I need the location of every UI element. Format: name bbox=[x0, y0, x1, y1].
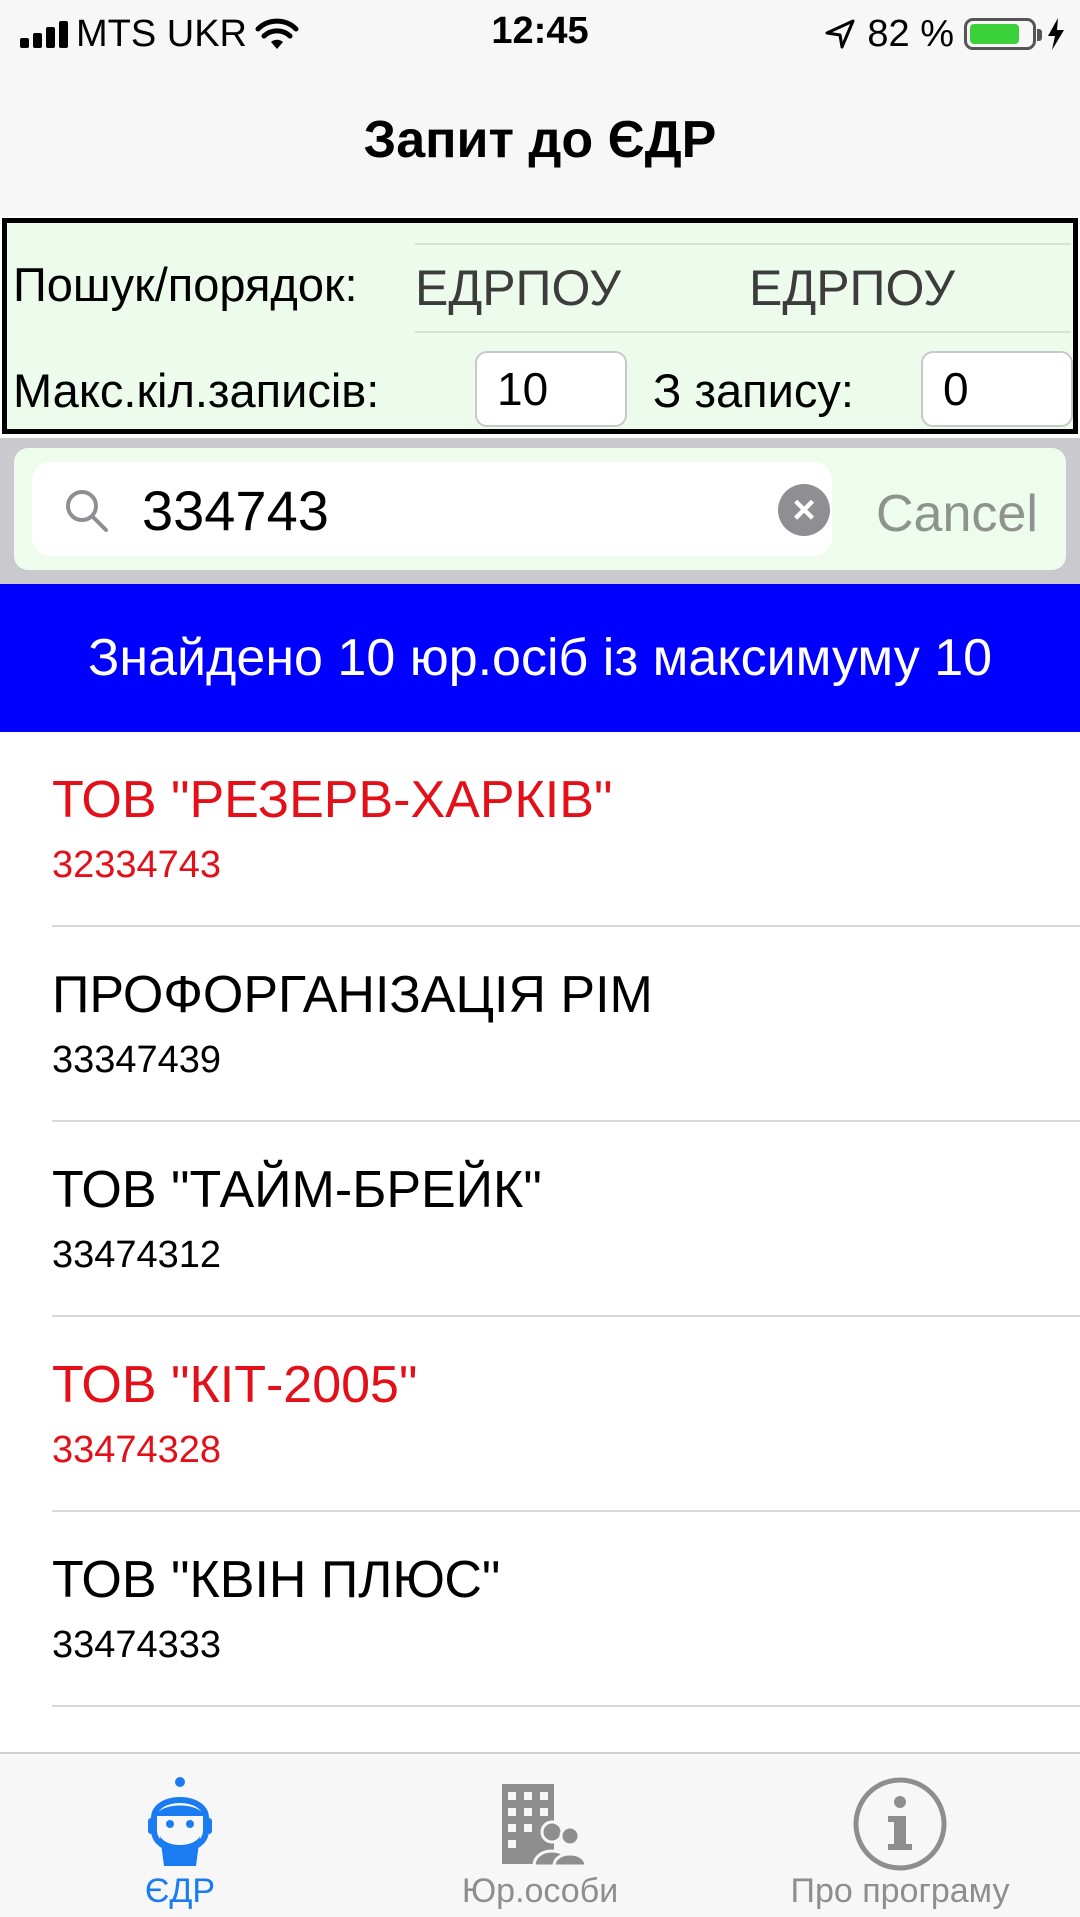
company-code: 33474333 bbox=[52, 1624, 222, 1666]
picker-top-line bbox=[415, 243, 1071, 245]
tab-about[interactable]: Про програму bbox=[720, 1754, 1080, 1917]
search-query-text[interactable]: 334743 bbox=[142, 478, 329, 543]
tab-edr[interactable]: ЄДР bbox=[0, 1754, 360, 1917]
results-list: ТОВ "РЕЗЕРВ-ХАРКІВ" 32334743 ПРОФОРГАНІЗ… bbox=[0, 732, 1080, 1707]
search-settings-panel: Пошук/порядок: ЕДРПОУ ЕДРПОУ Макс.кіл.за… bbox=[2, 218, 1078, 434]
list-item[interactable]: ТОВ "КВІН ПЛЮС" 33474333 bbox=[0, 1512, 1080, 1707]
company-code: 32334743 bbox=[52, 844, 222, 886]
company-code: 33474312 bbox=[52, 1234, 222, 1276]
company-name: ТОВ "КВІН ПЛЮС" bbox=[52, 1551, 501, 1609]
info-icon bbox=[853, 1777, 947, 1871]
list-item[interactable]: ТОВ "РЕЗЕРВ-ХАРКІВ" 32334743 bbox=[0, 732, 1080, 927]
results-count-banner: Знайдено 10 юр.осіб із максимуму 10 bbox=[0, 584, 1080, 732]
tab-edr-label: ЄДР bbox=[144, 1872, 216, 1910]
company-code: 33474328 bbox=[52, 1429, 222, 1471]
buildings-people-icon bbox=[502, 1784, 588, 1868]
search-icon bbox=[66, 490, 108, 532]
tab-legal-entities-label: Юр.особи bbox=[461, 1872, 619, 1910]
clear-icon[interactable]: × bbox=[778, 484, 830, 536]
list-item[interactable]: ТОВ "ТАЙМ-БРЕЙК" 33474312 bbox=[0, 1122, 1080, 1317]
search-order-label: Пошук/порядок: bbox=[13, 258, 358, 311]
charging-bolt-icon bbox=[1048, 18, 1064, 50]
edr-person-icon bbox=[148, 1777, 212, 1866]
navigation-bar: Запит до ЄДР bbox=[0, 68, 1080, 216]
battery-percent: 82 % bbox=[867, 12, 954, 55]
row-separator bbox=[52, 1705, 1080, 1707]
tab-about-label: Про програму bbox=[790, 1872, 1010, 1910]
status-right: 82 % bbox=[823, 12, 1066, 56]
company-name: ТОВ "КІТ-2005" bbox=[52, 1356, 418, 1414]
location-arrow-icon bbox=[825, 19, 855, 49]
max-records-label: Макс.кіл.записів: bbox=[13, 364, 380, 417]
company-name: ТОВ "ТАЙМ-БРЕЙК" bbox=[52, 1161, 542, 1219]
company-code: 33347439 bbox=[52, 1039, 222, 1081]
page-title: Запит до ЄДР bbox=[363, 111, 717, 169]
max-records-field[interactable]: 10 bbox=[475, 351, 627, 427]
cancel-button[interactable]: Cancel bbox=[876, 484, 1038, 544]
tab-legal-entities[interactable]: Юр.особи bbox=[360, 1754, 720, 1917]
order-by-picker[interactable]: ЕДРПОУ bbox=[749, 259, 955, 317]
search-bar-inner: 334743 × Cancel bbox=[14, 448, 1066, 570]
tab-bar: ЄДР Юр.особи Про програму bbox=[0, 1752, 1080, 1917]
picker-bottom-line bbox=[415, 331, 1071, 333]
list-item[interactable]: ТОВ "КІТ-2005" 33474328 bbox=[0, 1317, 1080, 1512]
from-record-label: З запису: bbox=[653, 364, 854, 417]
company-name: ПРОФОРГАНІЗАЦІЯ РІМ bbox=[52, 966, 653, 1024]
search-by-picker[interactable]: ЕДРПОУ bbox=[415, 259, 621, 317]
status-bar: MTS UKR 12:45 82 % bbox=[0, 0, 1080, 68]
search-bar: 334743 × Cancel bbox=[0, 438, 1080, 584]
company-name: ТОВ "РЕЗЕРВ-ХАРКІВ" bbox=[52, 771, 613, 829]
from-record-field[interactable]: 0 bbox=[921, 351, 1073, 427]
search-input[interactable]: 334743 × bbox=[32, 462, 832, 556]
list-item[interactable]: ПРОФОРГАНІЗАЦІЯ РІМ 33347439 bbox=[0, 927, 1080, 1122]
battery-icon bbox=[964, 18, 1042, 50]
